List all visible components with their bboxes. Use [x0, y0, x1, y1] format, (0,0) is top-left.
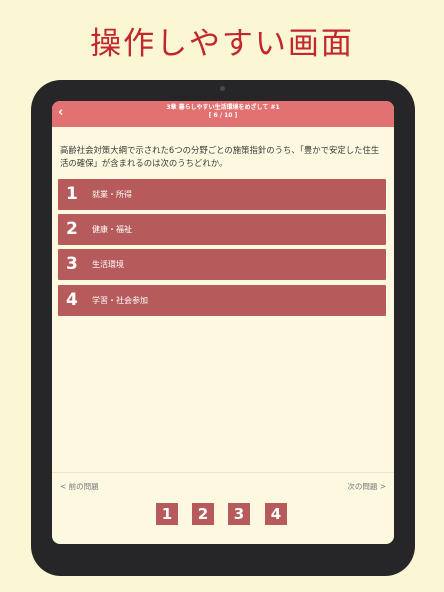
choice-4-button[interactable]: 4 学習・社会参加	[58, 285, 386, 316]
choice-label: 就業・所得	[92, 190, 132, 199]
app-header: ‹ 3章 暮らしやすい生活環境をめざして #1 [ 6 / 10 ]	[52, 101, 394, 127]
choice-label: 学習・社会参加	[92, 296, 148, 305]
choice-number: 1	[66, 184, 78, 204]
back-icon[interactable]: ‹	[58, 105, 63, 121]
chapter-title: 3章 暮らしやすい生活環境をめざして #1	[166, 104, 280, 111]
camera-icon	[220, 86, 225, 91]
answer-button-3[interactable]: 3	[228, 503, 250, 525]
choice-label: 生活環境	[92, 260, 124, 269]
choice-number: 2	[66, 219, 78, 239]
question-text: 高齢社会対策大綱で示された6つの分野ごとの施策指針のうち、「豊かで安定した住生活…	[60, 145, 380, 168]
choice-label: 健康・福祉	[92, 225, 132, 234]
prev-question-link[interactable]: < 前の問題	[60, 482, 99, 492]
divider	[52, 472, 394, 473]
answer-button-4[interactable]: 4	[265, 503, 287, 525]
next-question-link[interactable]: 次の問題 >	[347, 482, 386, 492]
question-progress: [ 6 / 10 ]	[208, 112, 238, 119]
choice-3-button[interactable]: 3 生活環境	[58, 249, 386, 280]
header-title-block: 3章 暮らしやすい生活環境をめざして #1 [ 6 / 10 ]	[92, 104, 354, 120]
choice-2-button[interactable]: 2 健康・福祉	[58, 214, 386, 245]
choice-number: 3	[66, 254, 78, 274]
answer-button-2[interactable]: 2	[192, 503, 214, 525]
promo-headline: 操作しやすい画面	[90, 26, 354, 62]
choice-number: 4	[66, 290, 78, 310]
choice-1-button[interactable]: 1 就業・所得	[58, 179, 386, 210]
answer-button-1[interactable]: 1	[156, 503, 178, 525]
tablet-frame: ‹ 3章 暮らしやすい生活環境をめざして #1 [ 6 / 10 ] 高齢社会対…	[31, 80, 415, 576]
app-screen: ‹ 3章 暮らしやすい生活環境をめざして #1 [ 6 / 10 ] 高齢社会対…	[52, 101, 394, 544]
